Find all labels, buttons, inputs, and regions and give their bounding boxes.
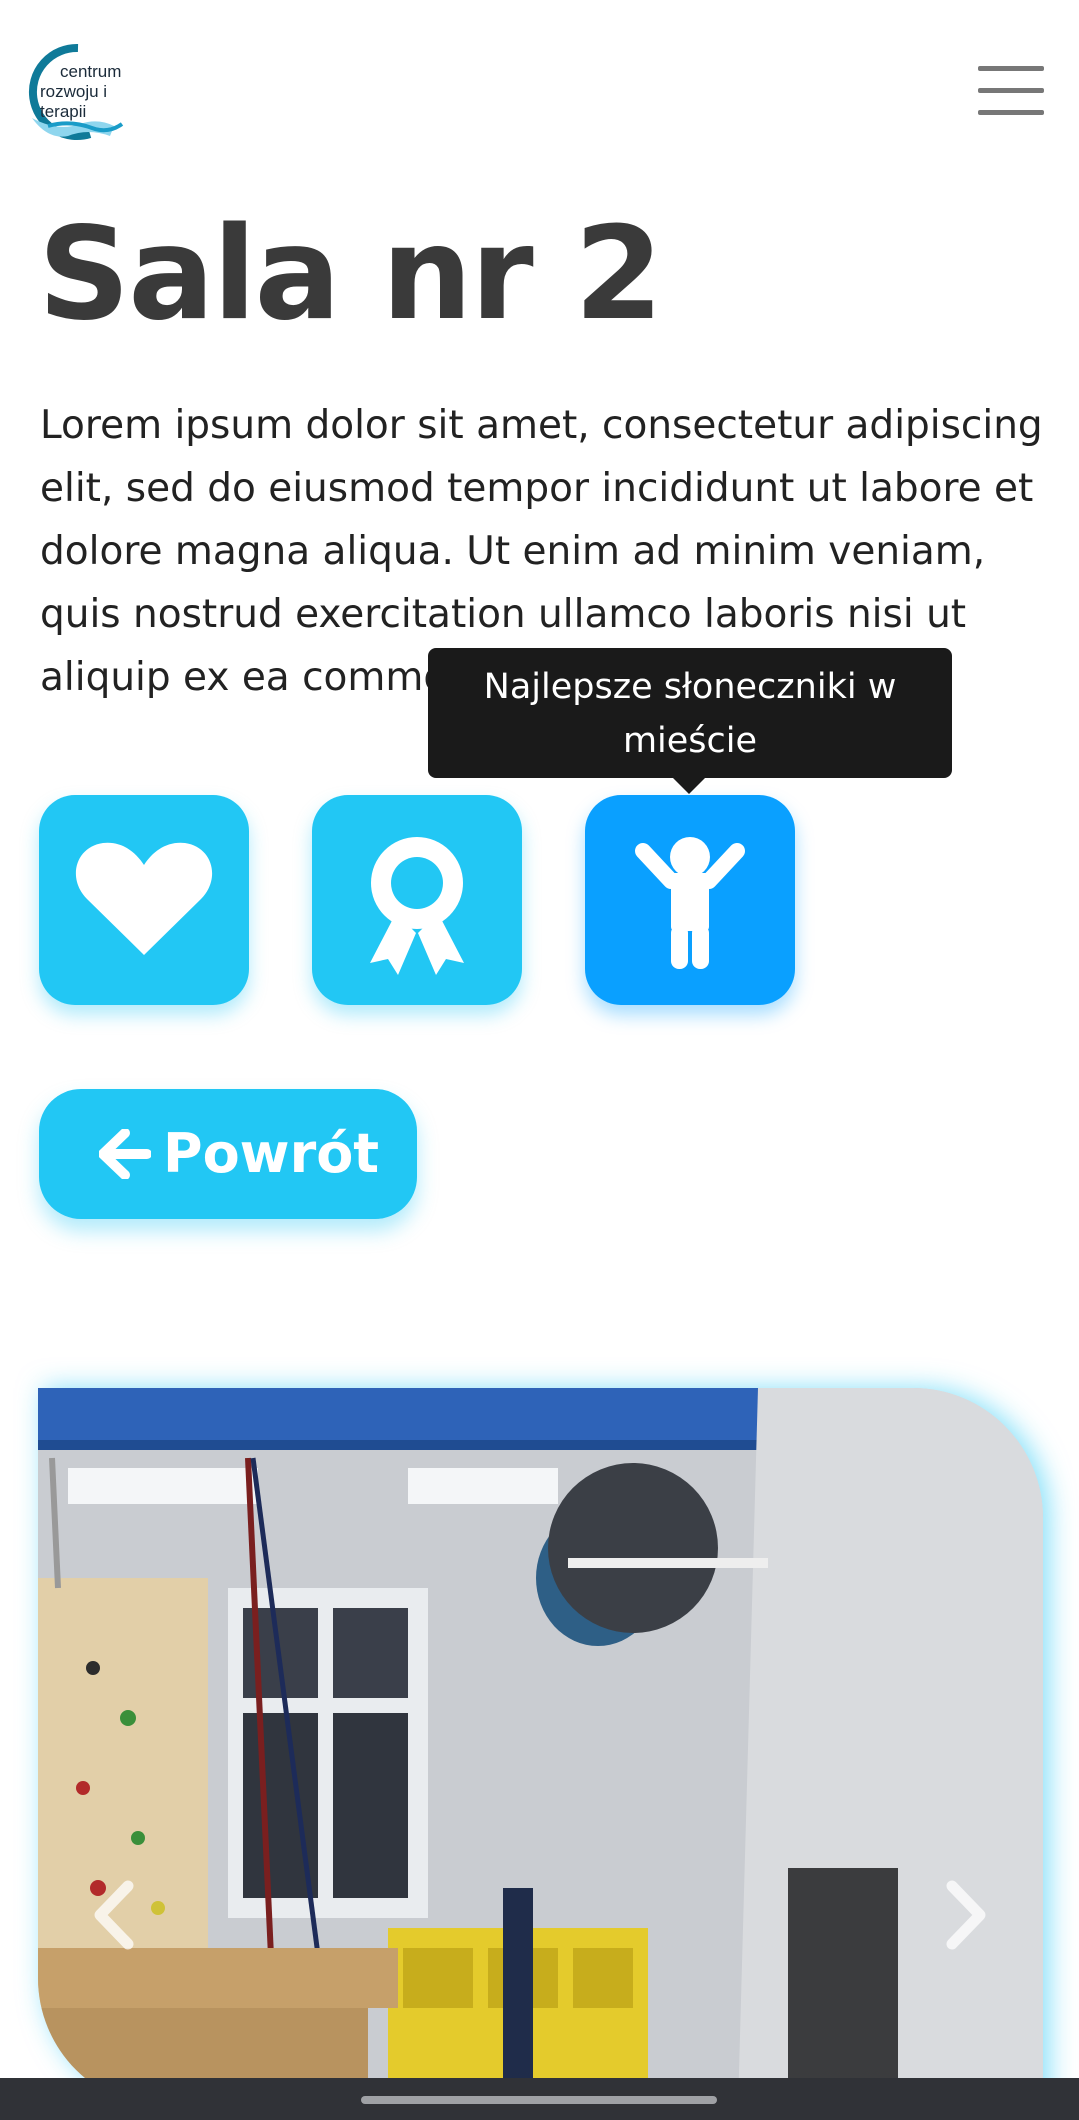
logo-line-1: centrum (60, 62, 122, 81)
carousel-next-arrow (946, 1880, 986, 1950)
hamburger-menu-icon[interactable] (978, 64, 1044, 118)
feature-tooltip: Najlepsze słoneczniki w mieście (428, 648, 952, 778)
system-navigation-bar (0, 2078, 1079, 2120)
carousel-prev-arrow (94, 1880, 134, 1950)
room-photo (38, 1388, 1043, 2108)
tooltip-arrow (672, 777, 706, 794)
logo-line-2: rozwoju i terapii (40, 82, 108, 121)
site-logo[interactable]: centrum rozwoju i terapii (18, 40, 148, 144)
back-button-label: Powrót (163, 1122, 380, 1185)
child-icon (635, 837, 745, 969)
feature-button-award[interactable] (312, 795, 522, 1005)
heart-icon (75, 842, 213, 955)
chevron-right-icon[interactable] (940, 1880, 990, 1950)
room-photo-carousel (38, 1388, 1043, 2108)
back-button[interactable]: Powrót (39, 1089, 417, 1219)
site-header: centrum rozwoju i terapii (0, 0, 1079, 185)
page-title: Sala nr 2 (38, 200, 663, 349)
logo-text: centrum rozwoju i terapii (40, 62, 148, 122)
arrow-left-icon (99, 1129, 151, 1179)
award-ribbon-icon (370, 837, 464, 975)
home-gesture-handle[interactable] (361, 2096, 717, 2104)
chevron-left-icon[interactable] (90, 1880, 140, 1950)
feature-button-child[interactable] (585, 795, 795, 1005)
feature-button-heart[interactable] (39, 795, 249, 1005)
